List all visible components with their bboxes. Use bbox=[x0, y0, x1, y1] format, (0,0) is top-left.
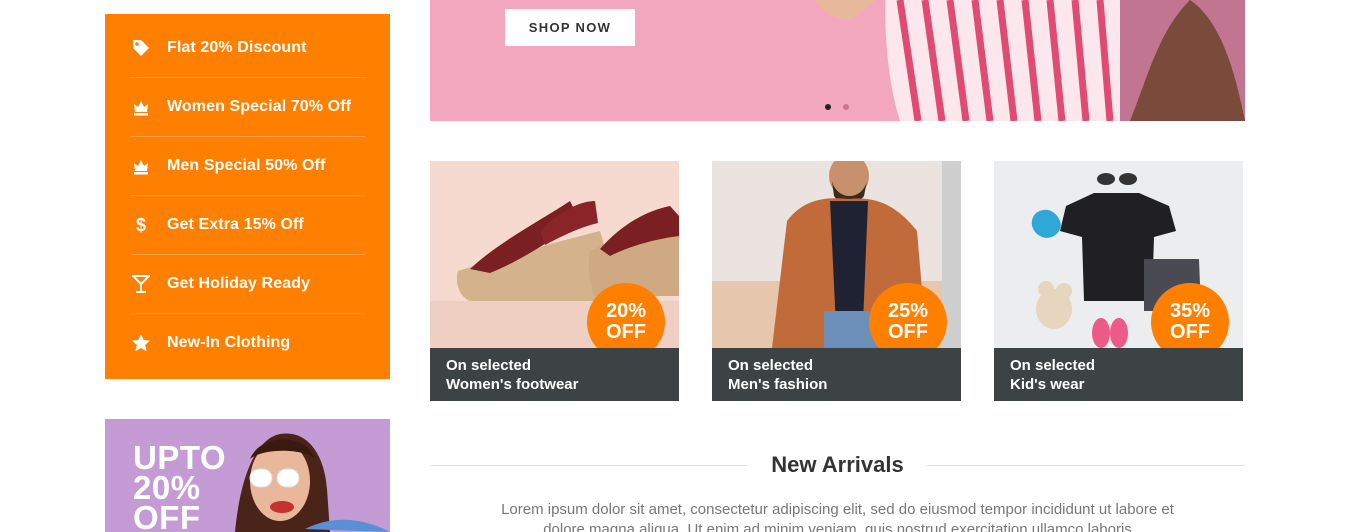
dollar-icon: $ bbox=[131, 215, 151, 235]
card-caption: On selected Kid's wear bbox=[994, 348, 1243, 401]
crown-icon bbox=[131, 156, 151, 176]
promo-item-label: Flat 20% Discount bbox=[167, 38, 307, 56]
shop-now-button[interactable]: SHOP NOW bbox=[505, 9, 635, 46]
category-card-mens-fashion[interactable]: 25% OFF On selected Men's fashion bbox=[712, 161, 961, 401]
promo-item-new-in[interactable]: New-In Clothing bbox=[105, 313, 390, 372]
caption-line-2: Men's fashion bbox=[728, 376, 828, 393]
discount-off: OFF bbox=[888, 321, 928, 343]
svg-text:$: $ bbox=[136, 215, 146, 235]
promo-item-extra-off[interactable]: $ Get Extra 15% Off bbox=[105, 195, 390, 254]
slider-dot[interactable] bbox=[843, 104, 849, 110]
banner-line: OFF bbox=[133, 499, 201, 532]
promo-menu: Flat 20% Discount Women Special 70% Off … bbox=[105, 14, 390, 379]
promo-item-label: New-In Clothing bbox=[167, 333, 291, 351]
caption-line-1: On selected bbox=[728, 357, 814, 374]
caption-line-2: Kid's wear bbox=[1010, 376, 1085, 393]
crown-icon bbox=[131, 97, 151, 117]
caption-line-1: On selected bbox=[446, 357, 532, 374]
promo-item-men-special[interactable]: Men Special 50% Off bbox=[105, 136, 390, 195]
promo-item-flat-discount[interactable]: Flat 20% Discount bbox=[105, 18, 390, 77]
tag-icon bbox=[131, 38, 151, 58]
promo-item-label: Men Special 50% Off bbox=[167, 156, 326, 174]
promo-item-women-special[interactable]: Women Special 70% Off bbox=[105, 77, 390, 136]
hero-slider: SHOP NOW bbox=[430, 0, 1245, 121]
promo-item-label: Get Extra 15% Off bbox=[167, 215, 304, 233]
caption-line-2: Women's footwear bbox=[446, 376, 579, 393]
category-card-kids-wear[interactable]: 35% OFF On selected Kid's wear bbox=[994, 161, 1243, 401]
discount-percent: 20% bbox=[605, 300, 647, 322]
section-description: Lorem ipsum dolor sit amet, consectetur … bbox=[501, 501, 1174, 532]
promo-item-label: Women Special 70% Off bbox=[167, 97, 352, 115]
discount-percent: 25% bbox=[887, 300, 929, 322]
caption-line-1: On selected bbox=[1010, 357, 1096, 374]
side-banner[interactable]: UPTO 20% OFF bbox=[105, 419, 390, 532]
card-caption: On selected Women's footwear bbox=[430, 348, 679, 401]
discount-off: OFF bbox=[606, 321, 646, 343]
cocktail-icon bbox=[131, 274, 151, 294]
discount-off: OFF bbox=[1170, 321, 1210, 343]
new-arrivals-title: New Arrivals bbox=[751, 452, 924, 477]
category-card-womens-footwear[interactable]: 20% OFF On selected Women's footwear bbox=[430, 161, 679, 401]
banner-text: UPTO 20% OFF bbox=[133, 441, 226, 532]
promo-item-label: Get Holiday Ready bbox=[167, 274, 311, 292]
discount-percent: 35% bbox=[1169, 300, 1211, 322]
section-heading: New Arrivals bbox=[430, 452, 1245, 478]
card-caption: On selected Men's fashion bbox=[712, 348, 961, 401]
slider-dot-active[interactable] bbox=[825, 104, 831, 110]
star-icon bbox=[131, 333, 151, 353]
promo-item-holiday[interactable]: Get Holiday Ready bbox=[105, 254, 390, 313]
